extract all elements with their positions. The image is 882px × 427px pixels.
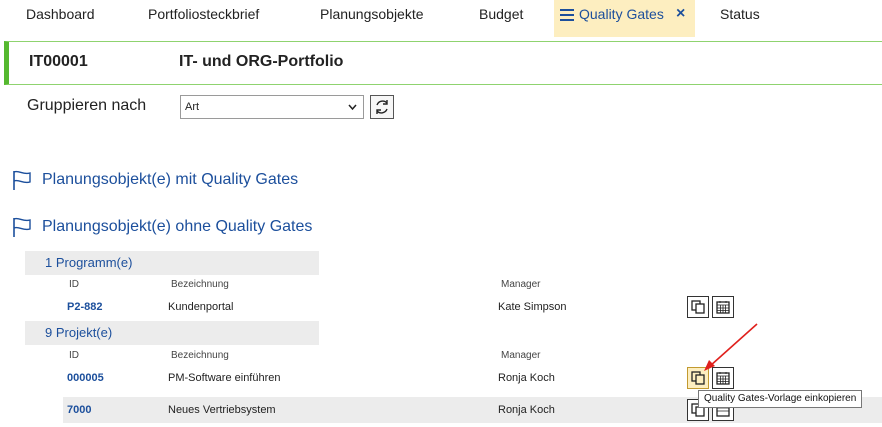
column-header-id: ID xyxy=(69,350,79,361)
chevron-down-icon xyxy=(348,96,357,126)
tab-status[interactable]: Status xyxy=(720,0,760,37)
row-name: PM-Software einführen xyxy=(168,372,281,384)
flag-icon xyxy=(13,170,31,190)
row-manager: Ronja Koch xyxy=(498,404,555,416)
column-header-manager: Manager xyxy=(501,350,541,361)
flag-icon xyxy=(13,217,31,237)
column-header-name: Bezeichnung xyxy=(171,350,229,361)
grouping-selected-value: Art xyxy=(185,101,200,113)
column-header-manager: Manager xyxy=(501,279,541,290)
calendar-button[interactable] xyxy=(712,296,734,318)
tab-dashboard[interactable]: Dashboard xyxy=(26,0,95,37)
row-manager: Ronja Koch xyxy=(498,372,555,384)
tab-quality-gates-label: Quality Gates xyxy=(579,6,664,22)
row-name: Kundenportal xyxy=(168,301,234,313)
copy-template-icon xyxy=(691,300,705,314)
column-header-id: ID xyxy=(69,279,79,290)
portfolio-id: IT00001 xyxy=(29,53,88,70)
calendar-icon xyxy=(716,372,730,385)
row-manager: Kate Simpson xyxy=(498,301,567,313)
row-id-link[interactable]: 7000 xyxy=(67,404,91,416)
tab-budget[interactable]: Budget xyxy=(479,0,523,37)
tab-planungsobjekte[interactable]: Planungsobjekte xyxy=(320,0,424,37)
portfolio-header: IT00001 IT- und ORG-Portfolio xyxy=(4,41,882,85)
portfolio-title: IT- und ORG-Portfolio xyxy=(179,53,344,70)
grouping-select[interactable]: Art xyxy=(180,95,364,119)
tab-quality-gates[interactable]: Quality Gates × xyxy=(554,0,695,37)
menu-icon[interactable] xyxy=(560,9,574,21)
group-header-projekte[interactable]: 9 Projekt(e) xyxy=(25,321,319,345)
group-header-programme[interactable]: 1 Programm(e) xyxy=(25,251,319,275)
section-label: Planungsobjekt(e) mit Quality Gates xyxy=(42,171,299,188)
tab-bar: Dashboard Portfoliosteckbrief Planungsob… xyxy=(0,0,882,37)
calendar-icon xyxy=(716,301,730,314)
column-header-name: Bezeichnung xyxy=(171,279,229,290)
row-id-link[interactable]: P2-882 xyxy=(67,301,102,313)
refresh-button[interactable] xyxy=(370,95,394,119)
annotation-arrow-icon xyxy=(704,323,758,371)
tooltip: Quality Gates-Vorlage einkopieren xyxy=(698,390,863,408)
close-icon[interactable]: × xyxy=(676,0,685,28)
row-name: Neues Vertriebsystem xyxy=(168,404,276,416)
refresh-icon xyxy=(376,100,388,114)
row-id-link[interactable]: 000005 xyxy=(67,372,104,384)
tab-portfoliosteckbrief[interactable]: Portfoliosteckbrief xyxy=(148,0,259,37)
grouping-label: Gruppieren nach xyxy=(27,97,147,114)
copy-template-icon xyxy=(691,371,705,385)
section-label: Planungsobjekt(e) ohne Quality Gates xyxy=(42,218,313,235)
copy-template-button[interactable] xyxy=(687,296,709,318)
